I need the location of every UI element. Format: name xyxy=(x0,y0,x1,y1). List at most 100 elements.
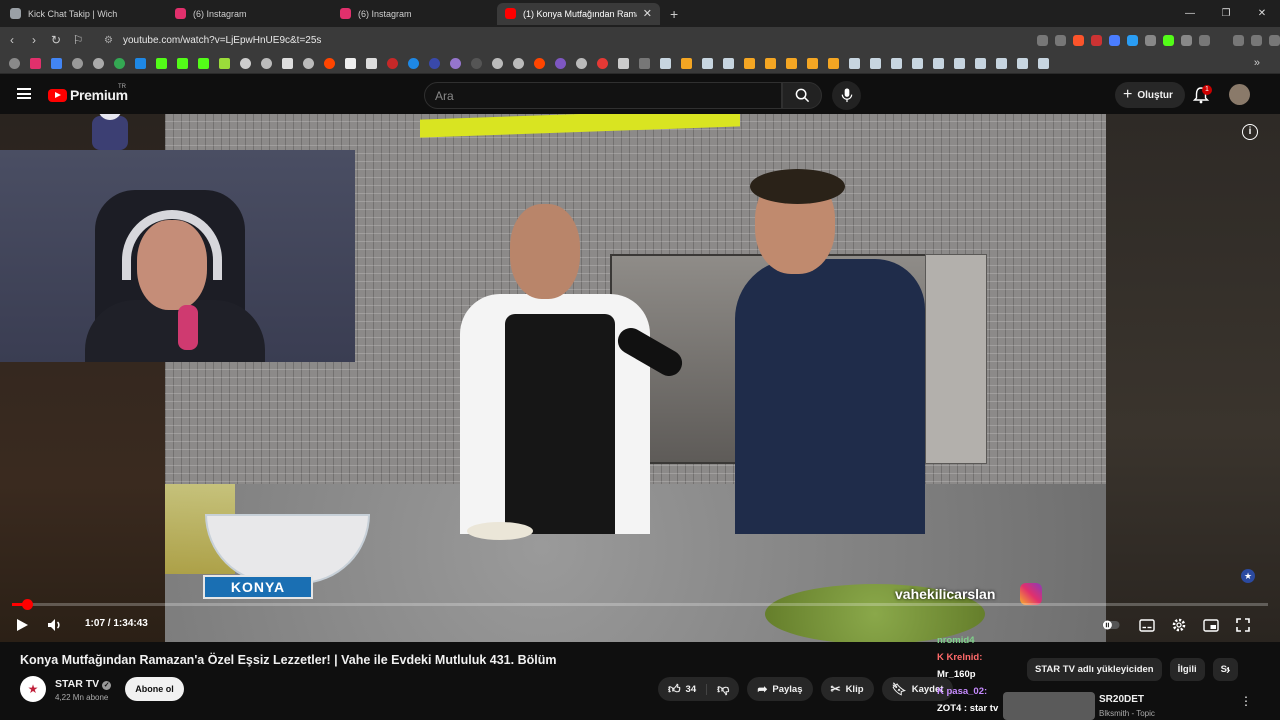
bookmark-item[interactable] xyxy=(618,57,629,69)
bookmark-item[interactable] xyxy=(429,57,440,69)
hamburger-menu-icon[interactable] xyxy=(17,88,31,99)
bookmark-item[interactable] xyxy=(72,57,83,69)
bookmark-item[interactable] xyxy=(534,57,545,69)
extension-icon[interactable] xyxy=(1181,34,1192,46)
bookmarks-overflow-icon[interactable]: » xyxy=(1254,57,1260,69)
bookmark-item[interactable] xyxy=(51,57,62,69)
bookmark-item[interactable] xyxy=(765,57,776,69)
extension-icon[interactable] xyxy=(1145,34,1156,46)
kick-icon[interactable] xyxy=(156,57,167,69)
bookmark-item[interactable] xyxy=(240,57,251,69)
close-tab-icon[interactable]: ✕ xyxy=(643,7,652,20)
bookmark-item[interactable] xyxy=(744,57,755,69)
info-icon[interactable]: i xyxy=(1242,124,1258,140)
like-button[interactable]: 👍︎ 34 👎︎ xyxy=(658,677,740,701)
bookmark-item[interactable] xyxy=(219,57,230,69)
extension-icon[interactable] xyxy=(1127,34,1138,46)
chip-uploader[interactable]: STAR TV adlı yükleyiciden xyxy=(1027,658,1162,681)
bookmark-item[interactable] xyxy=(828,57,839,69)
play-button[interactable] xyxy=(13,616,31,634)
steam-icon[interactable] xyxy=(660,57,671,69)
steam-icon[interactable] xyxy=(702,57,713,69)
x-icon[interactable] xyxy=(282,57,293,69)
steam-icon[interactable] xyxy=(1017,57,1028,69)
menu-icon[interactable] xyxy=(1269,34,1280,46)
extensions-puzzle-icon[interactable] xyxy=(1199,34,1210,46)
recommendation-title[interactable]: SR20DET xyxy=(1099,694,1144,705)
subscribe-button[interactable]: Abone ol xyxy=(125,677,184,701)
url-field[interactable]: ⚙ youtube.com/watch?v=LjEpwHnUE9c&t=25s xyxy=(98,29,1029,51)
volume-button[interactable] xyxy=(46,616,64,634)
bookmark-item[interactable] xyxy=(9,57,20,69)
bookmark-item[interactable] xyxy=(513,57,524,69)
thumbs-down-icon[interactable]: 👎︎ xyxy=(717,682,729,697)
bookmark-item[interactable] xyxy=(324,57,335,69)
bookmark-item[interactable] xyxy=(807,57,818,69)
new-tab-button[interactable]: + xyxy=(670,6,678,22)
chip-related[interactable]: İlgili xyxy=(1169,658,1205,681)
steam-icon[interactable] xyxy=(996,57,1007,69)
back-icon[interactable]: ‹ xyxy=(2,33,22,47)
bookmark-item[interactable] xyxy=(576,57,587,69)
user-avatar[interactable] xyxy=(1229,84,1250,105)
steam-icon[interactable] xyxy=(975,57,986,69)
folder-icon[interactable] xyxy=(639,57,650,69)
steam-icon[interactable] xyxy=(723,57,734,69)
forward-icon[interactable]: › xyxy=(24,33,44,47)
bookmark-item[interactable] xyxy=(597,57,608,69)
more-options-icon[interactable]: ⋮ xyxy=(1240,694,1252,708)
progress-scrubber[interactable] xyxy=(22,599,34,610)
recommendation-thumbnail[interactable] xyxy=(1003,692,1095,720)
bookmark-item[interactable] xyxy=(93,57,104,69)
browser-tab-instagram-1[interactable]: (6) Instagram xyxy=(167,3,330,25)
bookmark-item[interactable] xyxy=(555,57,566,69)
steam-icon[interactable] xyxy=(954,57,965,69)
autoplay-toggle[interactable] xyxy=(1102,616,1120,634)
maximize-icon[interactable]: ❐ xyxy=(1208,0,1244,27)
fullscreen-button[interactable] xyxy=(1234,616,1252,634)
bookmark-item[interactable] xyxy=(261,57,272,69)
bookmark-item[interactable] xyxy=(408,57,419,69)
bookmark-item[interactable] xyxy=(387,57,398,69)
extension-icon[interactable] xyxy=(1091,34,1102,46)
bookmark-item[interactable] xyxy=(681,57,692,69)
subtitles-button[interactable] xyxy=(1138,616,1156,634)
bookmark-item[interactable] xyxy=(345,57,356,69)
create-button[interactable]: + Oluştur xyxy=(1115,82,1185,108)
youtube-logo[interactable]: Premium TR xyxy=(48,84,128,103)
steam-icon[interactable] xyxy=(1038,57,1049,69)
bookmark-item[interactable] xyxy=(30,57,41,69)
bookmark-item[interactable] xyxy=(471,57,482,69)
bookmark-item[interactable] xyxy=(135,57,146,69)
steam-icon[interactable] xyxy=(891,57,902,69)
bookmark-item[interactable] xyxy=(786,57,797,69)
kick-icon[interactable] xyxy=(198,57,209,69)
clip-button[interactable]: ✂ Klip xyxy=(820,677,874,701)
browser-tab-instagram-2[interactable]: (6) Instagram xyxy=(332,3,495,25)
close-window-icon[interactable]: ✕ xyxy=(1244,0,1280,27)
steam-icon[interactable] xyxy=(849,57,860,69)
miniplayer-button[interactable] xyxy=(1202,616,1220,634)
minimize-icon[interactable]: — xyxy=(1172,0,1208,27)
site-info-icon[interactable]: ⚙ xyxy=(104,35,113,46)
voice-search-button[interactable] xyxy=(832,81,861,110)
extension-icon[interactable] xyxy=(1109,34,1120,46)
share-icon[interactable] xyxy=(1055,34,1066,46)
bookmark-item[interactable] xyxy=(450,57,461,69)
settings-button[interactable] xyxy=(1170,616,1188,634)
bookmark-item[interactable] xyxy=(366,57,377,69)
browser-tab-youtube[interactable]: (1) Konya Mutfağından Ramazan ✕ xyxy=(497,2,660,25)
search-button[interactable] xyxy=(782,82,822,109)
channel-name[interactable]: STAR TV ✓ xyxy=(55,678,112,690)
extension-icon[interactable] xyxy=(1163,34,1174,46)
bookmark-icon[interactable]: ⚐ xyxy=(68,33,88,47)
chevron-right-icon[interactable]: › xyxy=(1226,662,1230,677)
profile-icon[interactable] xyxy=(1251,34,1262,46)
bookmark-item[interactable] xyxy=(114,57,125,69)
kick-icon[interactable] xyxy=(177,57,188,69)
video-player[interactable]: KONYA vahekilicarslan i ★ 1:07 / 1:34:43 xyxy=(0,114,1280,642)
search-input[interactable]: Ara xyxy=(424,82,782,109)
steam-icon[interactable] xyxy=(933,57,944,69)
share-button[interactable]: ➦ Paylaş xyxy=(747,677,813,701)
brave-shield-icon[interactable] xyxy=(1073,34,1084,46)
